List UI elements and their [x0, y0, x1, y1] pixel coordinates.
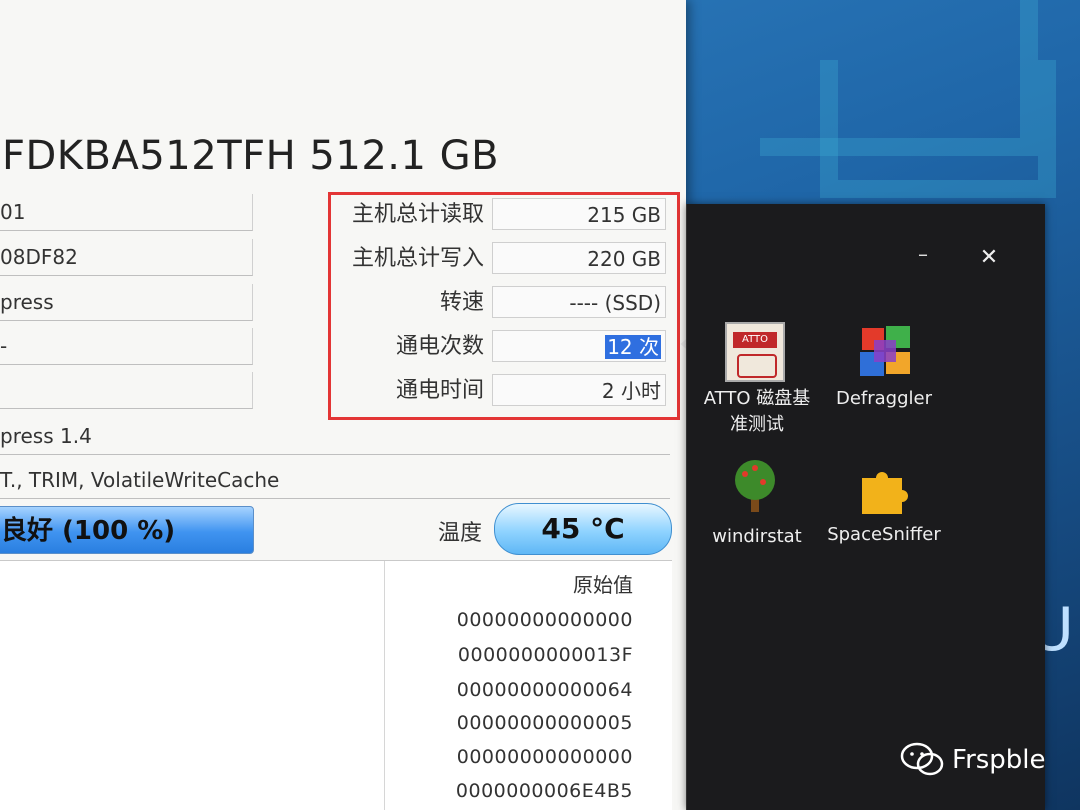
raw-value-cell: 00000000000000 — [456, 746, 633, 768]
raw-value-header[interactable]: 原始值 — [573, 569, 633, 598]
standard-field: press 1.4 — [0, 418, 670, 455]
disk-info-window: FDKBA512TFH 512.1 GB 01 08DF82 press - p… — [0, 0, 686, 810]
health-status-button[interactable]: 良好 (100 %) — [0, 506, 254, 554]
raw-value-column: 原始值 00000000000000 0000000000013F 000000… — [384, 561, 673, 810]
app-atto[interactable]: ATTO ATTO 磁盘基 准测试 — [687, 320, 827, 450]
atto-logo-text: ATTO — [733, 332, 777, 348]
raw-value-cell: 00000000000000 — [456, 609, 633, 631]
defraggler-icon — [860, 326, 910, 376]
features-field: T., TRIM, VolatileWriteCache — [0, 462, 670, 499]
smart-table[interactable]: 原始值 00000000000000 0000000000013F 000000… — [0, 560, 672, 810]
temperature-button[interactable]: 45 °C — [494, 503, 672, 555]
app-label: Defraggler — [835, 388, 933, 409]
tree-icon — [735, 460, 775, 512]
watermark: Frspble — [900, 740, 1046, 780]
serial-field: 08DF82 — [0, 239, 253, 276]
temperature-label: 温度 — [438, 521, 483, 546]
wechat-icon — [900, 742, 944, 776]
app-label-line2: 准测试 — [730, 414, 784, 435]
watermark-text: Frspble — [952, 745, 1046, 775]
wallpaper-shape — [820, 60, 1056, 198]
raw-value-cell: 00000000000064 — [456, 679, 633, 701]
app-spacesniffer[interactable]: SpaceSniffer — [814, 456, 954, 556]
raw-value-cell: 0000000000013F — [457, 644, 633, 666]
app-label-line1: ATTO 磁盘基 — [703, 388, 811, 409]
atto-logo-shape — [737, 354, 777, 378]
app-windirstat[interactable]: windirstat — [687, 456, 827, 556]
atto-icon: ATTO — [725, 322, 785, 382]
raw-value-cell: 00000000000005 — [456, 712, 633, 734]
minimize-button[interactable]: – — [911, 244, 935, 268]
disk-title: FDKBA512TFH 512.1 GB — [2, 133, 500, 179]
drive-letter-field — [0, 372, 253, 409]
close-button[interactable]: ✕ — [975, 244, 1003, 272]
tools-launcher-window: – ✕ ATTO ATTO 磁盘基 准测试 Defraggler windirs… — [686, 204, 1045, 810]
firmware-field: 01 — [0, 194, 253, 231]
red-highlight-box — [328, 192, 680, 420]
app-label: SpaceSniffer — [827, 524, 941, 545]
interface-field: press — [0, 284, 253, 321]
transfer-mode-field: - — [0, 328, 253, 365]
app-defraggler[interactable]: Defraggler — [814, 320, 954, 430]
app-label: windirstat — [712, 526, 802, 547]
puzzle-icon — [862, 472, 908, 514]
raw-value-cell: 0000000006E4B5 — [455, 780, 633, 802]
